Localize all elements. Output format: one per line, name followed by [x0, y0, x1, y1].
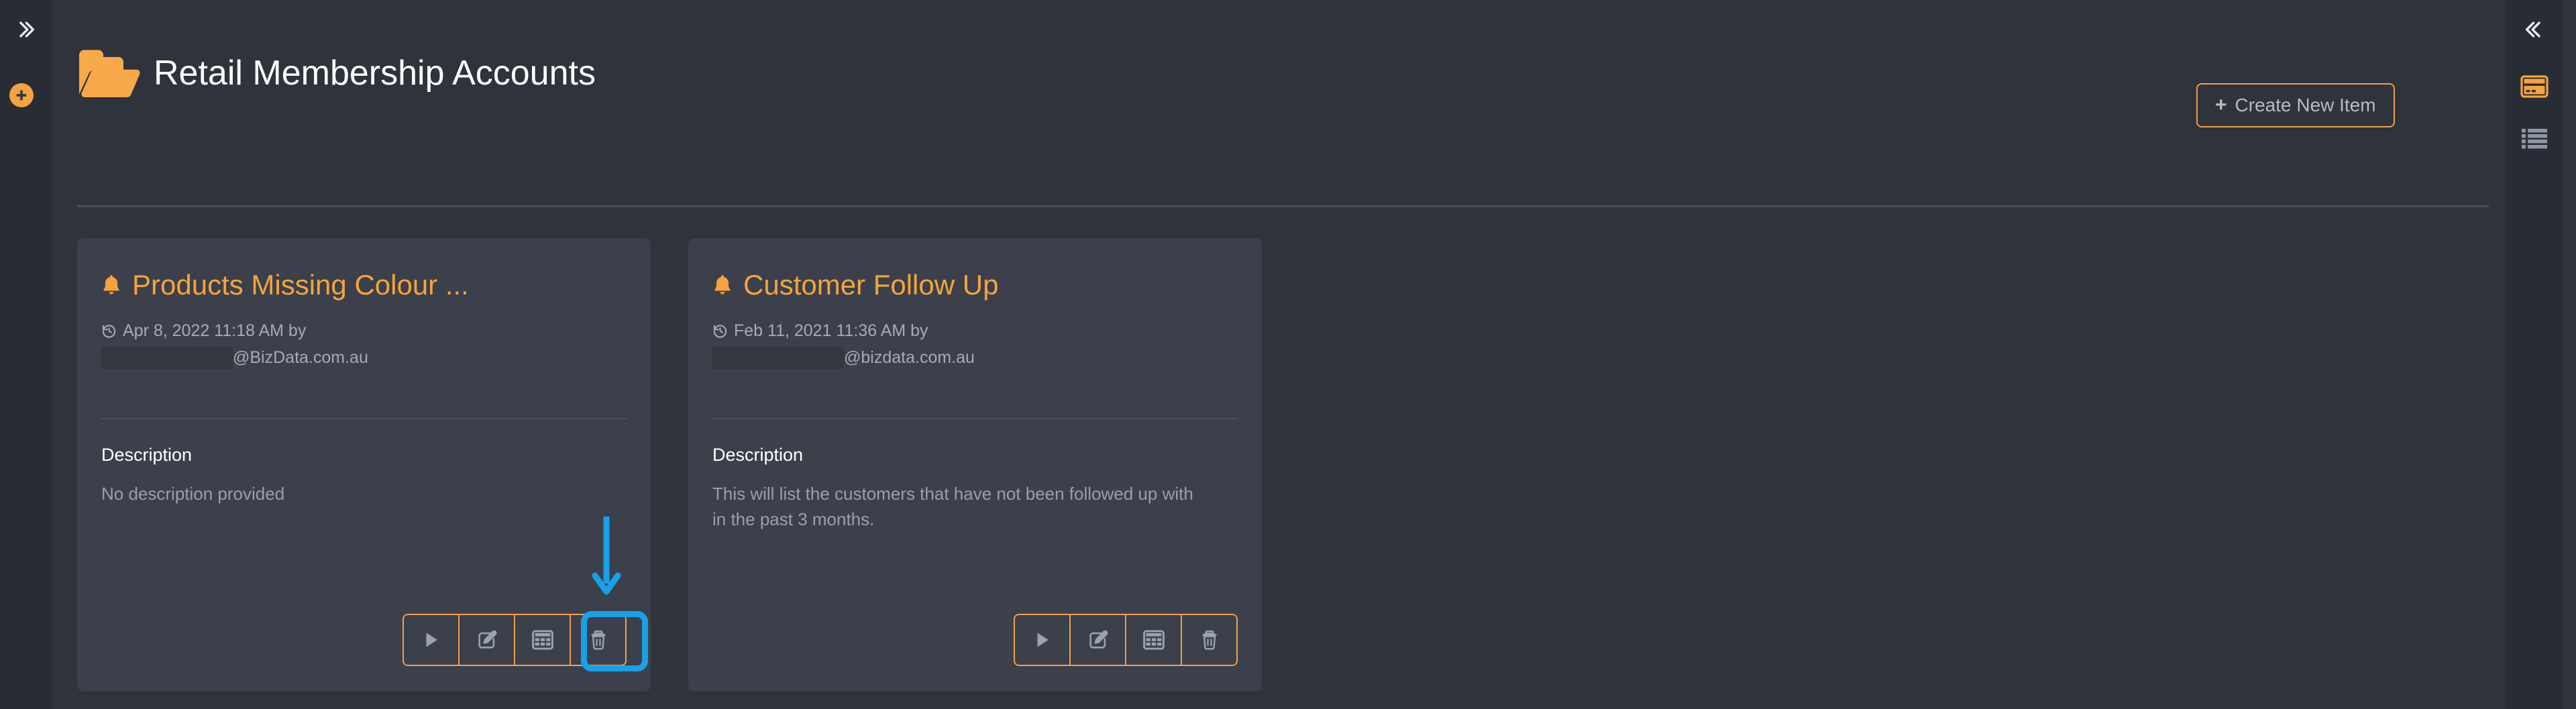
- page-header: Retail Membership Accounts: [77, 47, 596, 99]
- right-sidebar: [2506, 0, 2563, 709]
- create-new-item-button[interactable]: + Create New Item: [2196, 83, 2395, 127]
- edit-pencil-icon: [1089, 630, 1108, 649]
- card-title-row: Customer Follow Up: [712, 269, 1238, 301]
- redacted-author-name: [101, 346, 233, 369]
- edit-button[interactable]: [1069, 614, 1126, 666]
- header-divider: [77, 205, 2489, 207]
- card-author-domain: @bizdata.com.au: [844, 348, 975, 368]
- edit-pencil-icon: [478, 630, 497, 649]
- table-button[interactable]: [1125, 614, 1182, 666]
- delete-button[interactable]: [570, 614, 627, 666]
- card-divider: [712, 418, 1238, 419]
- card-title: Customer Follow Up: [743, 269, 999, 301]
- card-modified-text: Apr 8, 2022 11:18 AM by: [123, 321, 307, 340]
- chevron-double-left-icon[interactable]: [2518, 13, 2551, 46]
- card-title: Products Missing Colour ...: [132, 269, 469, 301]
- run-button[interactable]: [402, 614, 460, 666]
- description-text: No description provided: [101, 484, 285, 504]
- left-sidebar: [0, 0, 52, 709]
- description-label: Description: [712, 445, 804, 465]
- app-root: Retail Membership Accounts + Create New …: [0, 0, 2576, 709]
- history-icon: [102, 325, 116, 338]
- right-sidebar-edge: [2563, 0, 2576, 709]
- description-text: This will list the customers that have n…: [712, 484, 1193, 529]
- description-label: Description: [101, 445, 193, 465]
- edit-button[interactable]: [458, 614, 515, 666]
- card-author-domain: @BizData.com.au: [233, 348, 368, 368]
- table-grid-icon: [531, 630, 553, 650]
- trash-icon: [591, 630, 605, 650]
- trash-icon: [1202, 630, 1216, 650]
- open-folder-icon: [79, 50, 140, 98]
- card-action-bar: [402, 614, 627, 666]
- page-title: Retail Membership Accounts: [154, 54, 596, 93]
- bell-icon: [103, 275, 119, 294]
- card-title-row: Products Missing Colour ...: [101, 269, 627, 301]
- plus-circle-icon[interactable]: [9, 83, 34, 107]
- redacted-author-name: [712, 346, 844, 369]
- item-card[interactable]: Customer Follow Up Feb 11, 2021 11:36 AM…: [688, 238, 1262, 692]
- create-new-item-label: Create New Item: [2235, 95, 2376, 115]
- card-action-bar: [1014, 614, 1238, 666]
- item-card[interactable]: Products Missing Colour ... Apr 8, 2022 …: [77, 238, 651, 692]
- card-meta: Apr 8, 2022 11:18 AM by @BizData.com.au: [101, 319, 627, 370]
- card-modified-text: Feb 11, 2021 11:36 AM by: [734, 321, 928, 340]
- plus-icon: +: [2215, 94, 2227, 116]
- card-meta: Feb 11, 2021 11:36 AM by @bizdata.com.au: [712, 319, 1238, 370]
- run-button[interactable]: [1014, 614, 1071, 666]
- table-button[interactable]: [514, 614, 571, 666]
- history-icon: [713, 325, 727, 338]
- credit-card-icon[interactable]: [2520, 75, 2548, 98]
- card-divider: [101, 418, 627, 419]
- delete-button[interactable]: [1181, 614, 1238, 666]
- list-icon[interactable]: [2520, 127, 2548, 150]
- card-grid: Products Missing Colour ... Apr 8, 2022 …: [77, 238, 1262, 692]
- main-content: Retail Membership Accounts + Create New …: [52, 0, 2506, 709]
- bell-icon: [714, 275, 731, 294]
- play-icon: [426, 633, 437, 647]
- chevron-double-right-icon[interactable]: [9, 13, 42, 46]
- play-icon: [1037, 633, 1049, 647]
- table-grid-icon: [1142, 630, 1165, 650]
